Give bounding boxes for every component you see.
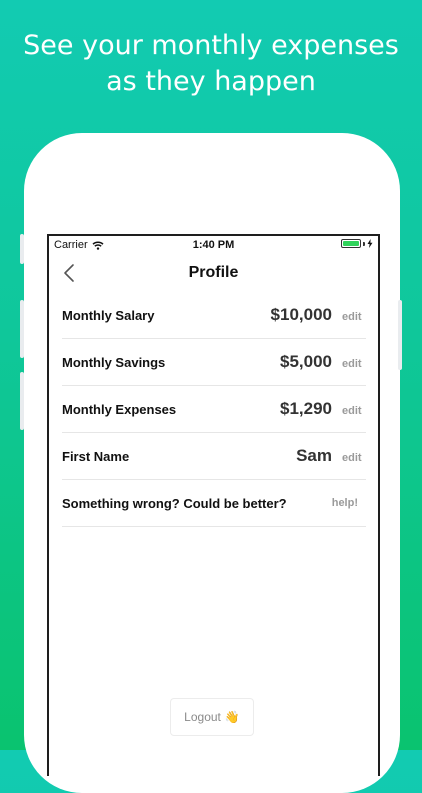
phone-side-button	[398, 300, 402, 370]
row-label: Monthly Savings	[62, 354, 166, 370]
row-label: Monthly Expenses	[62, 401, 177, 417]
logout-button[interactable]: Logout 👋	[170, 698, 254, 736]
promo-line-2: as they happen	[106, 66, 316, 97]
battery-icon	[341, 239, 373, 248]
edit-expenses-button[interactable]: edit	[342, 401, 366, 417]
row-value: $10,000	[270, 305, 332, 324]
profile-row-help: Something wrong? Could be better? help!	[62, 480, 366, 527]
row-value: $5,000	[280, 352, 332, 371]
edit-savings-button[interactable]: edit	[342, 354, 366, 370]
profile-row-first-name: First Name Sam edit	[62, 433, 366, 480]
navigation-bar: Profile	[49, 256, 378, 292]
help-button[interactable]: help!	[332, 497, 358, 509]
profile-row-monthly-savings: Monthly Savings $5,000 edit	[62, 339, 366, 386]
logout-label: Logout	[184, 710, 221, 724]
page-title: Profile	[188, 264, 239, 281]
row-label: First Name	[62, 448, 130, 464]
phone-screen: Carrier 1:40 PM Profile Monthly Salary $…	[47, 234, 380, 776]
row-label: Something wrong? Could be better?	[62, 495, 287, 511]
row-value: $1,290	[280, 399, 332, 418]
waving-hand-icon: 👋	[224, 710, 240, 724]
promo-line-1: See your monthly expenses	[23, 30, 399, 61]
profile-list: Monthly Salary $10,000 edit Monthly Savi…	[62, 292, 366, 527]
phone-side-button	[20, 372, 24, 430]
edit-first-name-button[interactable]: edit	[342, 448, 366, 464]
phone-side-button	[20, 234, 24, 264]
row-label: Monthly Salary	[62, 307, 155, 323]
status-bar: Carrier 1:40 PM	[49, 236, 378, 254]
promo-headline: See your monthly expenses as they happen	[0, 28, 422, 100]
profile-row-monthly-salary: Monthly Salary $10,000 edit	[62, 292, 366, 339]
row-value: Sam	[296, 446, 332, 465]
status-time: 1:40 PM	[192, 239, 235, 251]
edit-salary-button[interactable]: edit	[342, 307, 366, 323]
phone-side-button	[20, 300, 24, 358]
charging-bolt-icon	[367, 239, 373, 248]
profile-row-monthly-expenses: Monthly Expenses $1,290 edit	[62, 386, 366, 433]
